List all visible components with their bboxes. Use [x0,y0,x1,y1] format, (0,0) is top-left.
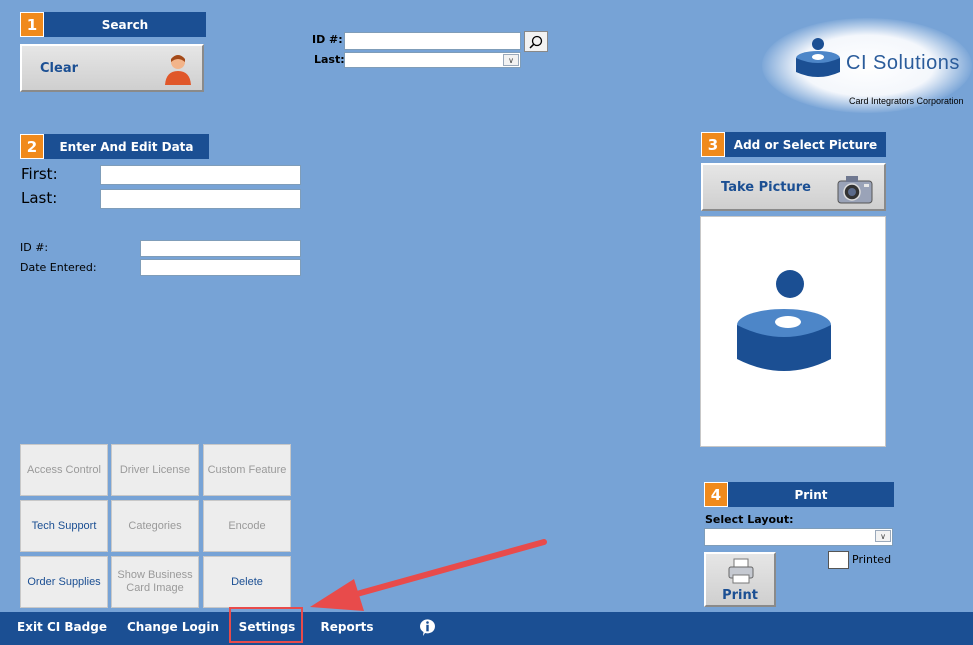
placeholder-logo-icon [737,270,831,371]
search-title: Search [101,17,149,32]
step-number: 2 [20,134,44,159]
picture-preview[interactable] [700,216,886,447]
printed-label: Printed [852,553,892,566]
first-name-input[interactable] [100,165,301,185]
logo-name: CI Solutions [846,52,960,74]
search-header: 1 Search [20,12,206,37]
exit-button[interactable]: Exit CI Badge [14,612,110,642]
show-business-card-button[interactable]: Show Business Card Image [111,556,199,608]
camera-icon [837,176,873,204]
last-name-input[interactable] [100,189,301,209]
annotation-arrow-icon [310,539,547,611]
id-input[interactable] [140,240,301,257]
edit-header: 2 Enter And Edit Data [20,134,209,159]
search-id-input[interactable] [344,32,521,50]
info-icon [419,619,435,636]
change-login-button[interactable]: Change Login [126,612,220,642]
date-entered-label: Date Entered: [20,261,97,274]
select-layout-label: Select Layout: [705,513,794,526]
logo-subtitle: Card Integrators Corporation [849,96,964,106]
printed-checkbox[interactable] [828,551,849,569]
step-number: 1 [20,12,44,37]
search-last-label: Last: [314,53,345,66]
picture-header: 3 Add or Select Picture [701,132,886,157]
order-supplies-button[interactable]: Order Supplies [20,556,108,608]
info-button[interactable] [418,618,437,637]
step-number: 4 [704,482,728,507]
first-label: First: [21,165,58,183]
edit-title: Enter And Edit Data [59,139,194,154]
chevron-down-icon: ∨ [875,530,891,542]
search-id-label: ID #: [312,33,343,46]
picture-title: Add or Select Picture [733,137,878,152]
print-header: 4 Print [704,482,894,507]
step-number: 3 [701,132,725,157]
print-title: Print [794,487,828,502]
clear-label: Clear [40,60,78,76]
take-picture-label: Take Picture [721,179,811,195]
settings-highlight-box [229,607,303,643]
reports-button[interactable]: Reports [314,612,380,642]
id-label: ID #: [20,241,49,254]
access-control-button[interactable]: Access Control [20,444,108,496]
layout-select[interactable]: ∨ [704,528,893,546]
take-picture-button[interactable]: Take Picture [701,163,886,211]
custom-feature-button[interactable]: Custom Feature [203,444,291,496]
print-button[interactable]: Print [704,552,776,607]
printer-icon [728,558,754,584]
last-label: Last: [21,189,58,207]
delete-button[interactable]: Delete [203,556,291,608]
ci-logo-icon [796,38,840,77]
encode-button[interactable]: Encode [203,500,291,552]
tech-support-button[interactable]: Tech Support [20,500,108,552]
magnifier-icon [529,35,543,49]
search-button[interactable] [524,31,548,52]
print-label: Print [722,588,758,603]
search-last-select[interactable]: ∨ [344,52,521,68]
person-icon [165,55,191,85]
categories-button[interactable]: Categories [111,500,199,552]
driver-license-button[interactable]: Driver License [111,444,199,496]
clear-button[interactable]: Clear [20,44,204,92]
chevron-down-icon: ∨ [503,54,519,66]
date-entered-input[interactable] [140,259,301,276]
